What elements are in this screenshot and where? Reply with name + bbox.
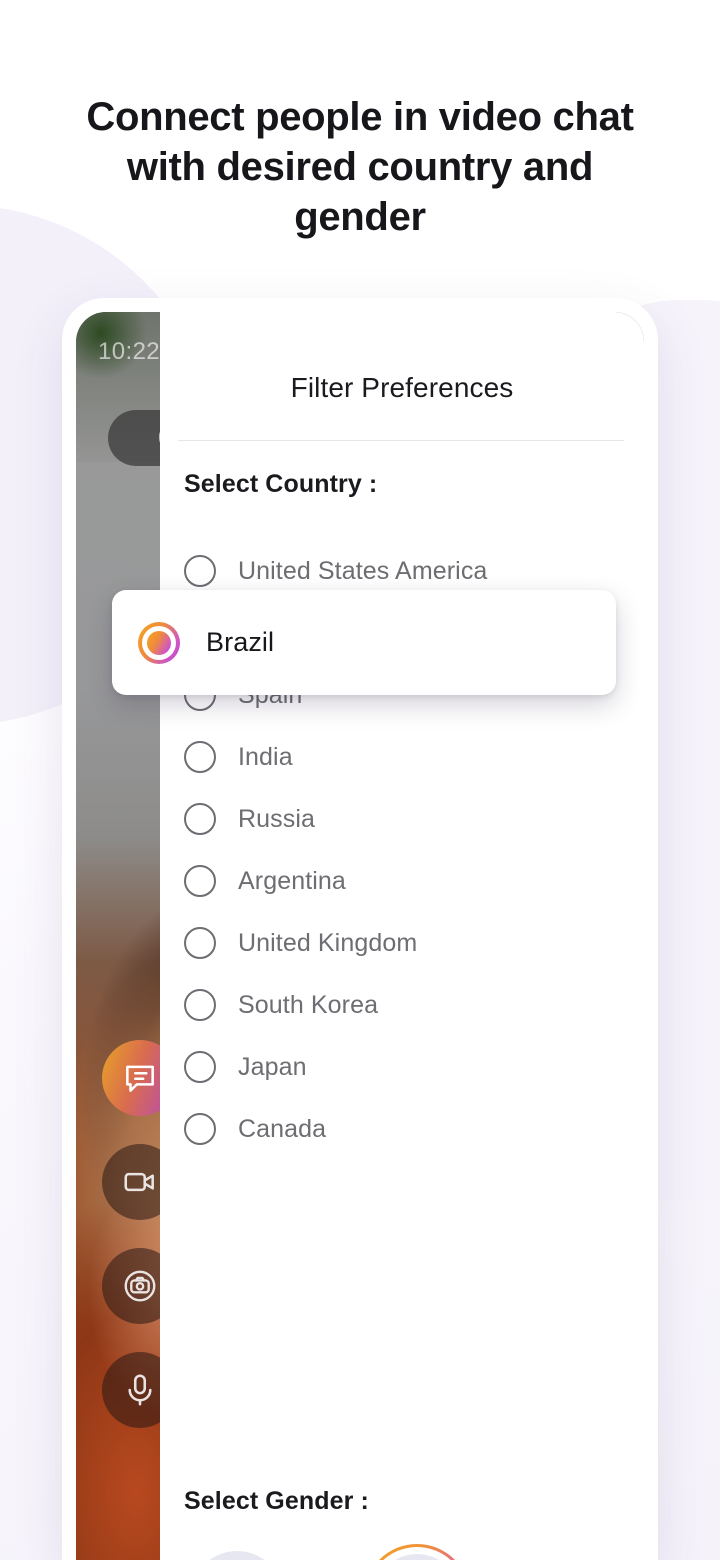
filter-preferences-dialog: Filter Preferences Select Country : Unit…: [160, 312, 644, 1560]
radio-unchecked-icon[interactable]: [184, 927, 216, 959]
country-row-india[interactable]: India: [184, 726, 624, 788]
country-label-canada: Canada: [238, 1114, 327, 1143]
dialog-divider: [178, 440, 624, 441]
country-label-argentina: Argentina: [238, 866, 346, 895]
app-screenshot: Connect people in video chat with desire…: [0, 0, 720, 1560]
country-row-japan[interactable]: Japan: [184, 1036, 624, 1098]
radio-unchecked-icon[interactable]: [184, 741, 216, 773]
country-row-russia[interactable]: Russia: [184, 788, 624, 850]
selected-country-card[interactable]: Brazil: [112, 590, 616, 695]
status-bar-time: 10:22: [98, 338, 161, 365]
video-camera-icon: [124, 1172, 154, 1192]
camera-flip-icon: [124, 1270, 156, 1302]
country-label-india: India: [238, 742, 293, 771]
gender-option-male[interactable]: Male: [184, 1544, 290, 1560]
country-row-canada[interactable]: Canada: [184, 1098, 624, 1160]
gender-option-female[interactable]: Female: [364, 1544, 470, 1560]
select-gender-label: Select Gender :: [184, 1487, 369, 1515]
radio-unchecked-icon[interactable]: [184, 1113, 216, 1145]
selected-country-label: Brazil: [206, 627, 275, 657]
country-label-usa: United States America: [238, 556, 488, 585]
country-label-united-kingdom: United Kingdom: [238, 928, 418, 957]
male-avatar-circle: [191, 1551, 283, 1560]
country-row-argentina[interactable]: Argentina: [184, 850, 624, 912]
radio-unchecked-icon[interactable]: [184, 989, 216, 1021]
chat-bubble-icon: [126, 1065, 154, 1092]
radio-unchecked-icon[interactable]: [184, 803, 216, 835]
country-row-south-korea[interactable]: South Korea: [184, 974, 624, 1036]
radio-checked-icon[interactable]: [138, 621, 180, 664]
radio-unchecked-icon[interactable]: [184, 555, 216, 587]
country-label-south-korea: South Korea: [238, 990, 379, 1019]
country-label-russia: Russia: [238, 804, 316, 833]
country-row-united-kingdom[interactable]: United Kingdom: [184, 912, 624, 974]
dialog-title: Filter Preferences: [290, 372, 514, 403]
microphone-icon: [128, 1374, 152, 1406]
radio-unchecked-icon[interactable]: [184, 1051, 216, 1083]
radio-unchecked-icon[interactable]: [184, 865, 216, 897]
select-country-label: Select Country :: [184, 470, 378, 498]
page-headline: Connect people in video chat with desire…: [86, 95, 634, 239]
gender-selector: Male Female: [184, 1544, 470, 1560]
country-label-japan: Japan: [238, 1052, 307, 1081]
